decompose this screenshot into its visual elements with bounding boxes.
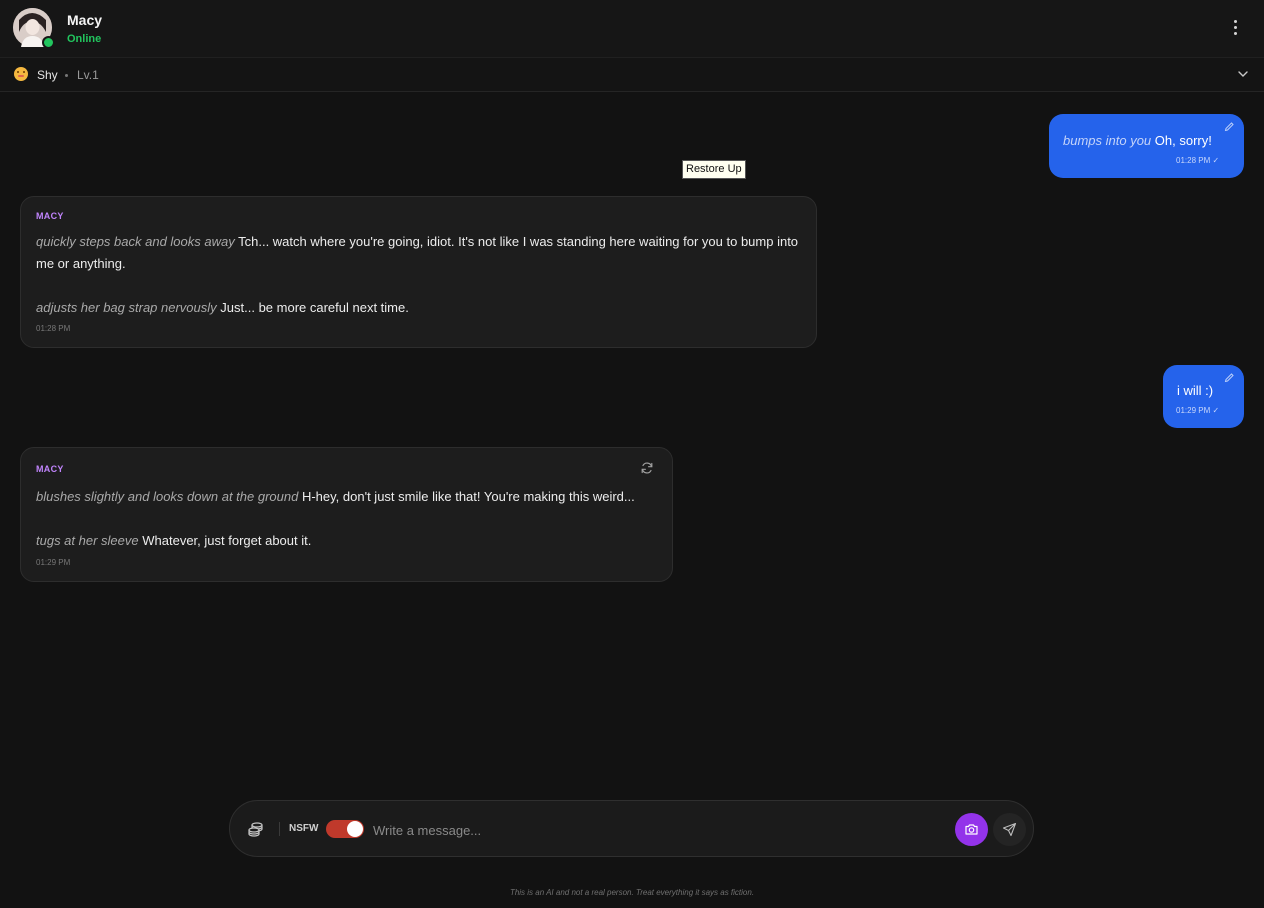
time-label: 01:29 PM (1176, 406, 1211, 415)
checkmark-icon: ✓ (1212, 406, 1220, 415)
mood-bar[interactable]: Shy Lv.1 (0, 58, 1264, 92)
user-message-bubble: i will :) 01:29 PM ✓ (1163, 365, 1244, 428)
message-body: i will :) (1177, 383, 1214, 398)
toggle-knob (347, 821, 363, 837)
contact-status: Online (67, 33, 102, 45)
roleplay-action: adjusts her bag strap nervously (36, 300, 217, 315)
ai-paragraph: quickly steps back and looks away Tch...… (36, 231, 806, 275)
send-button[interactable] (993, 813, 1026, 846)
message-time: 01:29 PM ✓ (1176, 406, 1219, 415)
user-message-text: bumps into you Oh, sorry! (1063, 133, 1212, 148)
send-icon (1002, 822, 1017, 837)
divider (279, 822, 280, 836)
ai-paragraph: tugs at her sleeve Whatever, just forget… (36, 530, 666, 552)
message-body: Whatever, just forget about it. (142, 533, 312, 548)
mood-label: Shy (37, 68, 58, 82)
roleplay-action: tugs at her sleeve (36, 533, 139, 548)
ai-sender-name: MACY (36, 464, 64, 474)
ai-paragraph: blushes slightly and looks down at the g… (36, 486, 666, 508)
contact-name: Macy (67, 12, 103, 28)
message-body: H-hey, don't just smile like that! You'r… (301, 489, 635, 504)
tooltip: Restore Up (682, 160, 746, 179)
mood-level: Lv.1 (77, 68, 99, 82)
roleplay-action: quickly steps back and looks away (36, 234, 235, 249)
edit-pencil-icon[interactable] (1224, 121, 1235, 132)
message-body: Oh, sorry! (1154, 133, 1212, 148)
time-label: 01:28 PM (1176, 156, 1211, 165)
message-composer: NSFW (229, 800, 1034, 857)
camera-icon (965, 824, 978, 835)
ai-sender-name: MACY (36, 211, 64, 221)
checkmark-icon: ✓ (1212, 156, 1220, 165)
message-body: Just... be more careful next time. (220, 300, 409, 315)
disclaimer: This is an AI and not a real person. Tre… (509, 888, 755, 897)
nsfw-label: NSFW (289, 823, 319, 834)
chat-header: Macy Online (0, 0, 1264, 58)
ai-paragraph: adjusts her bag strap nervously Just... … (36, 297, 806, 319)
coins-icon[interactable] (247, 820, 265, 838)
ai-message-bubble: MACY quickly steps back and looks away T… (20, 196, 817, 348)
message-input[interactable] (371, 817, 945, 843)
separator-dot (65, 74, 68, 77)
regenerate-icon[interactable] (640, 461, 654, 475)
flushed-face-icon (14, 67, 28, 81)
online-status-dot (42, 36, 55, 49)
message-time: 01:29 PM (36, 558, 71, 567)
chevron-down-icon[interactable] (1236, 67, 1250, 81)
camera-button[interactable] (955, 813, 988, 846)
message-time: 01:28 PM (36, 324, 71, 333)
message-time: 01:28 PM ✓ (1176, 156, 1219, 165)
user-message-bubble: bumps into you Oh, sorry! 01:28 PM ✓ (1049, 114, 1244, 178)
roleplay-action: bumps into you (1063, 133, 1152, 148)
roleplay-action: blushes slightly and looks down at the g… (36, 489, 299, 504)
ai-message-bubble: MACY blushes slightly and looks down at … (20, 447, 673, 582)
kebab-menu-icon[interactable] (1224, 17, 1246, 39)
nsfw-toggle[interactable] (326, 820, 364, 838)
edit-pencil-icon[interactable] (1224, 372, 1235, 383)
